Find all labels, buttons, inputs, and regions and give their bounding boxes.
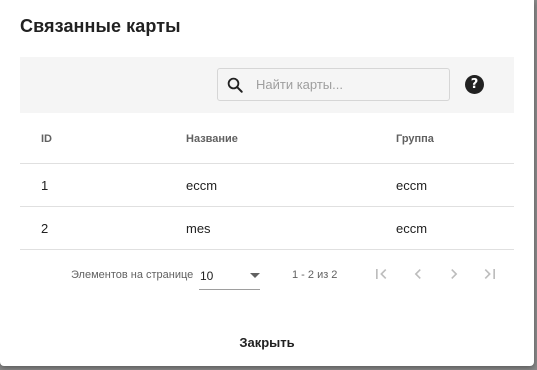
- page-size-value: 10: [200, 269, 214, 283]
- table-header-row: ID Название Группа: [20, 114, 514, 164]
- search-box[interactable]: [217, 68, 450, 101]
- help-icon[interactable]: ?: [465, 75, 484, 94]
- cell-name: eccm: [186, 177, 218, 193]
- next-page-button[interactable]: [444, 264, 464, 284]
- column-header-id[interactable]: ID: [41, 114, 52, 163]
- cell-id: 1: [41, 177, 49, 193]
- table-row[interactable]: 2 mes eccm: [20, 207, 514, 250]
- column-header-name[interactable]: Название: [186, 114, 238, 163]
- cell-group: eccm: [396, 177, 428, 193]
- search-icon: [227, 77, 243, 93]
- linked-cards-dialog: Связанные карты ? ID Название Группа 1 e…: [0, 0, 534, 366]
- close-button[interactable]: Закрыть: [229, 330, 305, 354]
- cell-group: eccm: [396, 220, 428, 236]
- search-input[interactable]: [256, 69, 441, 100]
- cards-table: ID Название Группа 1 eccm eccm 2 mes ecc…: [20, 114, 514, 250]
- previous-page-button[interactable]: [408, 264, 428, 284]
- table-row[interactable]: 1 eccm eccm: [20, 164, 514, 207]
- page-size-label: Элементов на странице: [71, 269, 194, 281]
- first-page-button[interactable]: [371, 264, 391, 284]
- dialog-title: Связанные карты: [20, 16, 181, 36]
- column-header-group[interactable]: Группа: [396, 114, 434, 163]
- cell-id: 2: [41, 220, 49, 236]
- page-range-label: 1 - 2 из 2: [292, 269, 338, 281]
- chevron-down-icon: [250, 273, 260, 278]
- cell-name: mes: [186, 220, 211, 236]
- page-size-select[interactable]: 10: [199, 262, 260, 290]
- last-page-button[interactable]: [480, 264, 500, 284]
- paginator: Элементов на странице 10 1 - 2 из 2: [20, 252, 514, 296]
- search-toolbar: ?: [20, 57, 514, 113]
